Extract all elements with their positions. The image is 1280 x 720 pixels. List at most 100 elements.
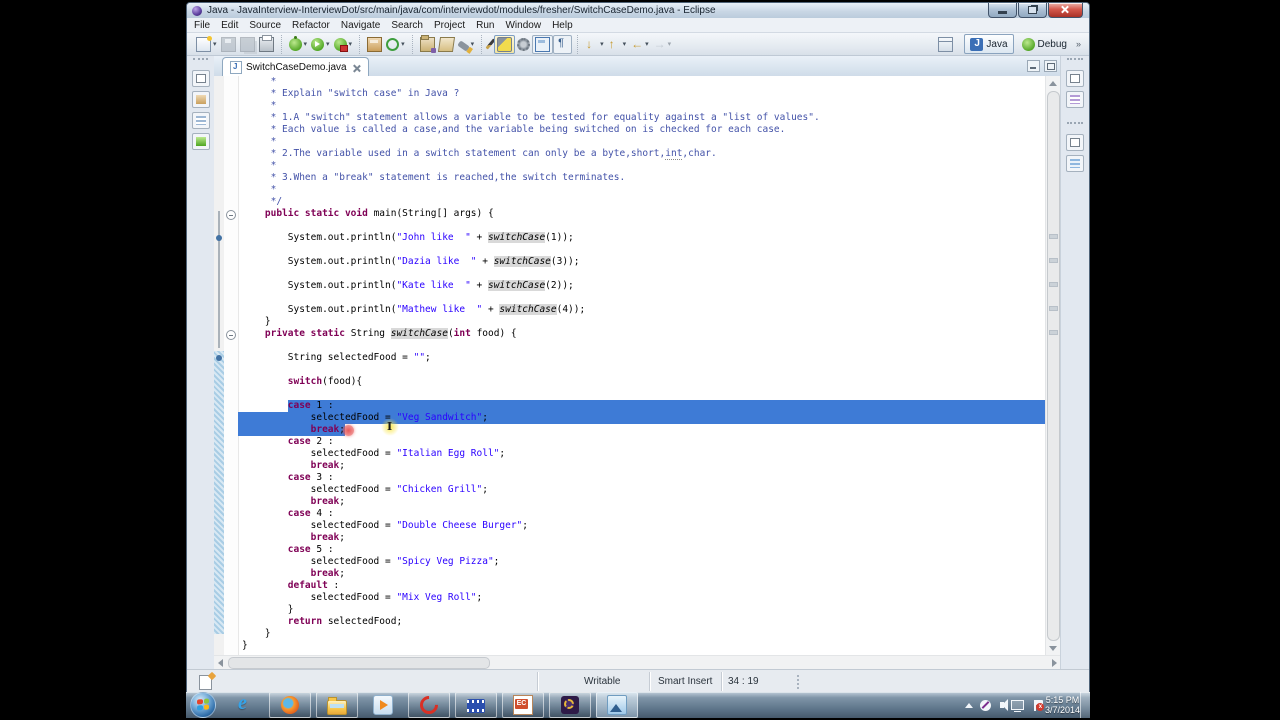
- run-button[interactable]: ▾: [309, 36, 332, 53]
- back-button[interactable]: ▾: [628, 36, 651, 53]
- taskbar-clock[interactable]: 5:15 PM 3/7/2014: [1045, 695, 1080, 715]
- menu-project[interactable]: Project: [434, 20, 465, 31]
- mark-occurrences-toggle[interactable]: [494, 34, 516, 54]
- new-java-project-button[interactable]: [365, 36, 384, 53]
- menu-search[interactable]: Search: [391, 20, 423, 31]
- taskbar-movie-maker[interactable]: [455, 692, 497, 718]
- open-task-button[interactable]: [418, 34, 437, 53]
- menu-window[interactable]: Window: [505, 20, 541, 31]
- code-line[interactable]: *: [238, 184, 1046, 196]
- panel-grip[interactable]: [1067, 122, 1083, 130]
- package-explorer-icon[interactable]: [191, 91, 210, 108]
- menu-refactor[interactable]: Refactor: [292, 20, 330, 31]
- search-button[interactable]: ▾: [456, 36, 477, 53]
- code-line[interactable]: break;: [238, 460, 1046, 472]
- restore-panel-icon[interactable]: [1066, 134, 1084, 151]
- fold-collapse-icon[interactable]: [226, 330, 236, 340]
- forward-button[interactable]: ▾: [651, 36, 674, 53]
- tray-expand-icon[interactable]: [965, 702, 974, 708]
- code-line[interactable]: private static String switchCase(int foo…: [238, 328, 1046, 340]
- taskbar-internet-explorer[interactable]: [224, 692, 264, 717]
- code-line[interactable]: [238, 388, 1046, 400]
- build-button[interactable]: [515, 36, 532, 53]
- dropdown-caret-icon[interactable]: ▾: [349, 40, 353, 48]
- vertical-scrollbar[interactable]: [1045, 76, 1061, 656]
- dropdown-caret-icon[interactable]: ▾: [401, 40, 405, 48]
- code-line[interactable]: System.out.println("Dazia like " + switc…: [238, 256, 1046, 268]
- maximize-editor-icon[interactable]: [1044, 60, 1057, 72]
- code-line[interactable]: }: [238, 604, 1046, 616]
- restore-panel-icon[interactable]: [1066, 70, 1084, 87]
- dropdown-caret-icon[interactable]: ▾: [668, 40, 672, 48]
- junit-icon[interactable]: [191, 133, 210, 150]
- code-line[interactable]: [238, 244, 1046, 256]
- close-button[interactable]: [1048, 3, 1083, 18]
- scroll-up-icon[interactable]: [1049, 81, 1057, 86]
- horizontal-scrollbar[interactable]: [214, 655, 1061, 669]
- type-hierarchy-icon[interactable]: [191, 112, 210, 129]
- code-line[interactable]: }: [238, 316, 1046, 328]
- volume-icon[interactable]: [1000, 699, 1009, 711]
- taskbar-image-viewer[interactable]: [596, 692, 638, 718]
- vertical-scroll-thumb[interactable]: [1047, 91, 1060, 641]
- code-line[interactable]: selectedFood = "Mix Veg Roll";: [238, 592, 1046, 604]
- code-line[interactable]: *: [238, 100, 1046, 112]
- next-annotation-button[interactable]: ▾: [583, 36, 606, 53]
- print-button[interactable]: [257, 34, 276, 53]
- new-wizard-button[interactable]: ▾: [194, 35, 219, 53]
- code-line[interactable]: * 2.The variable used in a switch statem…: [238, 148, 1046, 160]
- debug-button[interactable]: ▾: [287, 35, 310, 53]
- prev-annotation-button[interactable]: ▾: [606, 36, 629, 53]
- fold-collapse-icon[interactable]: [226, 210, 236, 220]
- dropdown-caret-icon[interactable]: ▾: [304, 40, 308, 48]
- code-line[interactable]: break;: [238, 496, 1046, 508]
- menu-help[interactable]: Help: [552, 20, 573, 31]
- external-tools-button[interactable]: ▾: [332, 36, 355, 53]
- code-line[interactable]: System.out.println("Mathew like " + swit…: [238, 304, 1046, 316]
- menu-navigate[interactable]: Navigate: [341, 20, 380, 31]
- code-area[interactable]: * * Explain "switch case" in Java ? * * …: [238, 76, 1046, 656]
- outline-icon[interactable]: [1066, 155, 1084, 172]
- menu-run[interactable]: Run: [476, 20, 494, 31]
- code-line[interactable]: * Explain "switch case" in Java ?: [238, 88, 1046, 100]
- code-line[interactable]: selectedFood = "Spicy Veg Pizza";: [238, 556, 1046, 568]
- code-line[interactable]: [238, 268, 1046, 280]
- code-line[interactable]: }: [238, 628, 1046, 640]
- horizontal-scroll-thumb[interactable]: [228, 657, 490, 669]
- annotation-ruler[interactable]: [214, 76, 224, 656]
- code-line[interactable]: [238, 220, 1046, 232]
- menu-edit[interactable]: Edit: [221, 20, 238, 31]
- open-perspective-button[interactable]: [933, 35, 961, 53]
- show-desktop-button[interactable]: [1080, 692, 1090, 718]
- status-file-icon[interactable]: [199, 675, 212, 690]
- code-line[interactable]: case 2 :: [238, 436, 1046, 448]
- tab-close-icon[interactable]: [353, 64, 361, 72]
- tab-switchcasedemo[interactable]: SwitchCaseDemo.java: [222, 57, 369, 77]
- title-bar[interactable]: Java - JavaInterview-InterviewDot/src/ma…: [187, 3, 1089, 18]
- code-line[interactable]: switch(food){: [238, 376, 1046, 388]
- code-line[interactable]: case 4 :: [238, 508, 1046, 520]
- code-line[interactable]: System.out.println("John like " + switch…: [238, 232, 1046, 244]
- save-all-button[interactable]: [238, 36, 257, 53]
- panel-grip[interactable]: [1067, 58, 1083, 66]
- code-editor[interactable]: * * Explain "switch case" in Java ? * * …: [214, 76, 1061, 656]
- panel-grip[interactable]: [193, 58, 208, 66]
- code-line[interactable]: *: [238, 76, 1046, 88]
- minimize-editor-icon[interactable]: [1027, 60, 1040, 72]
- network-icon[interactable]: [1011, 700, 1025, 712]
- code-line[interactable]: *: [238, 160, 1046, 172]
- save-button[interactable]: [219, 36, 238, 53]
- code-line[interactable]: break;: [238, 568, 1046, 580]
- menu-file[interactable]: File: [194, 20, 210, 31]
- dropdown-caret-icon[interactable]: ▾: [326, 40, 330, 48]
- last-edit-location-button[interactable]: [485, 36, 496, 53]
- taskbar-firefox[interactable]: [269, 692, 311, 718]
- code-line[interactable]: return selectedFood;: [238, 616, 1046, 628]
- code-line[interactable]: [238, 340, 1046, 352]
- scroll-right-icon[interactable]: [1052, 659, 1057, 667]
- restore-button[interactable]: [1018, 3, 1047, 18]
- restore-panel-icon[interactable]: [191, 70, 210, 87]
- code-line[interactable]: [238, 292, 1046, 304]
- open-resource-button[interactable]: [437, 36, 456, 53]
- taskbar-windows-explorer[interactable]: [316, 692, 358, 718]
